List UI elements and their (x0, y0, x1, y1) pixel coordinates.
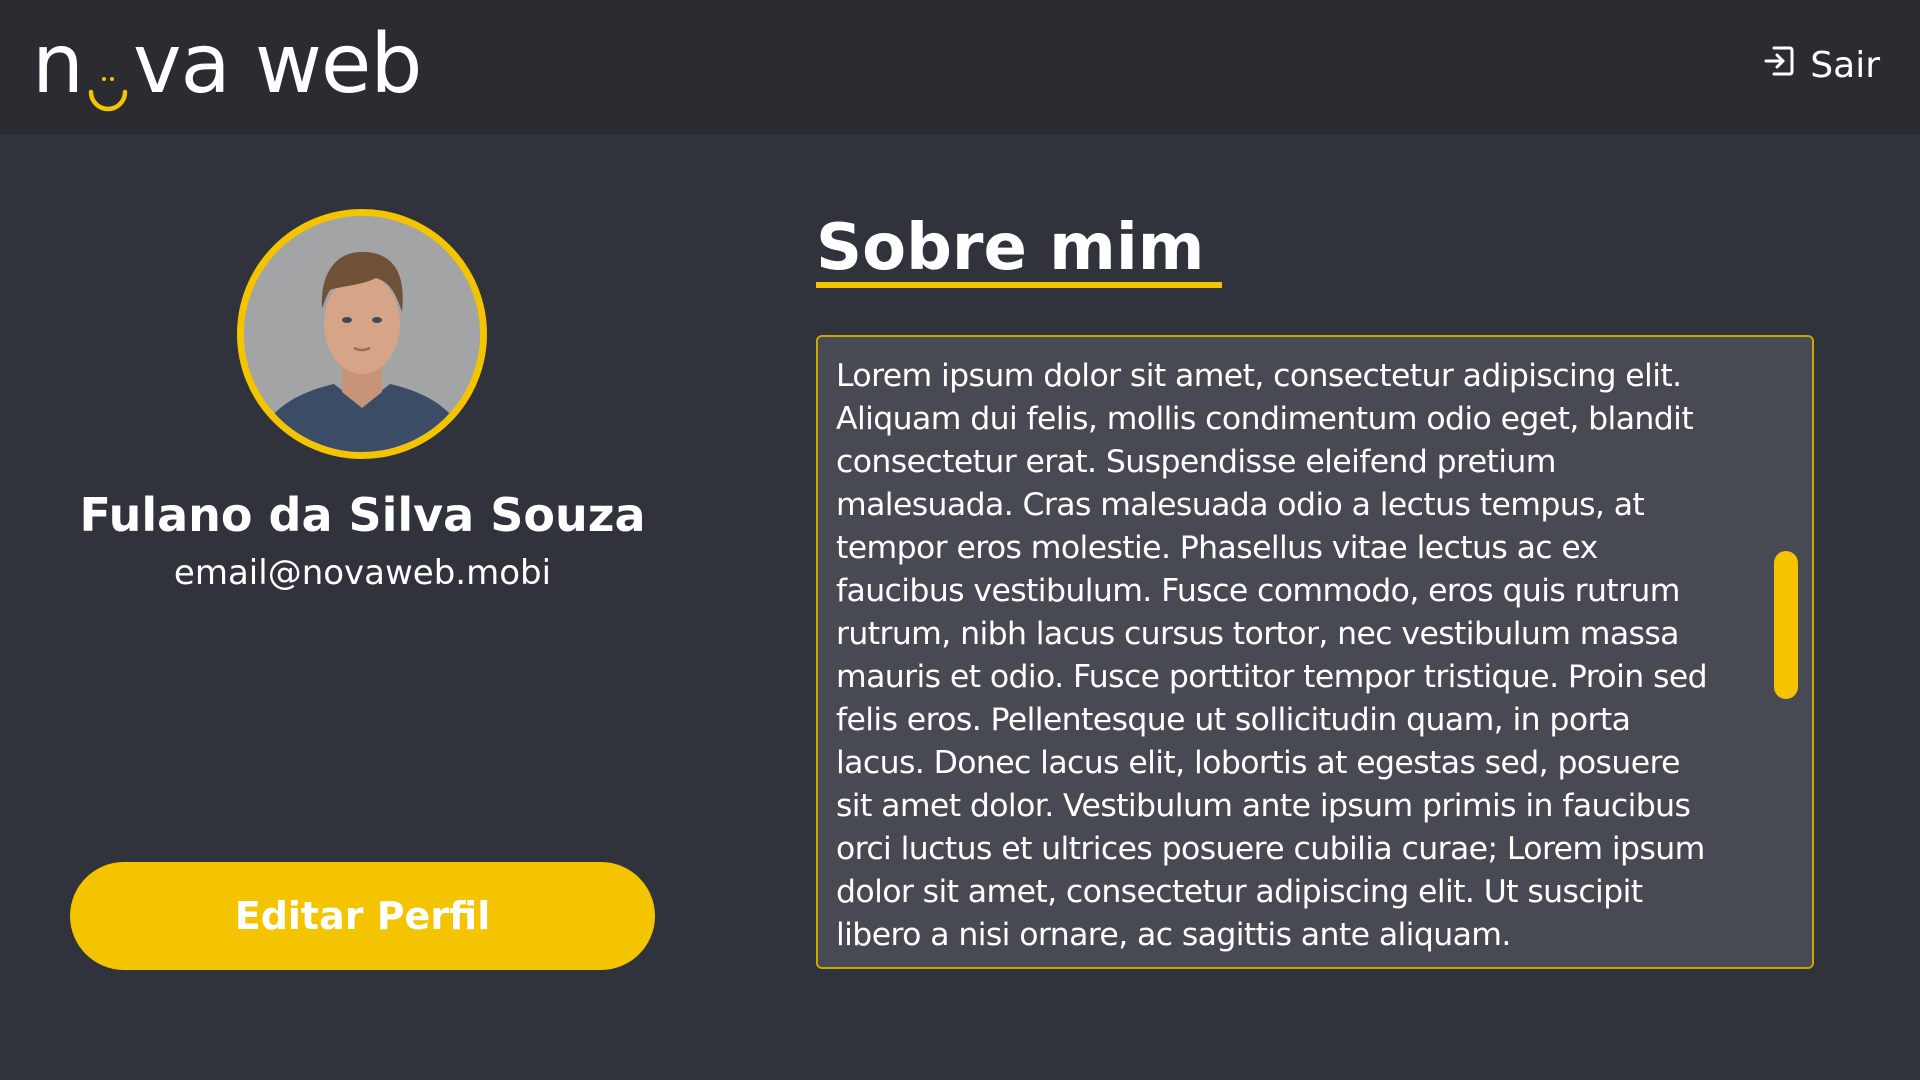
logout-button[interactable]: Sair (1762, 44, 1880, 87)
logo-text-end: va web (132, 17, 422, 112)
logout-label: Sair (1810, 45, 1880, 86)
profile-name: Fulano da Silva Souza (79, 488, 646, 542)
edit-profile-button[interactable]: Editar Perfil (70, 862, 655, 970)
app-header: n va web Sair (0, 0, 1920, 135)
logout-icon (1762, 44, 1796, 87)
about-text: Lorem ipsum dolor sit amet, consectetur … (836, 358, 1708, 953)
logo-text-start: n (32, 17, 84, 112)
scrollbar-thumb[interactable] (1774, 551, 1798, 699)
avatar (237, 209, 487, 459)
about-textbox[interactable]: Lorem ipsum dolor sit amet, consectetur … (816, 335, 1814, 969)
logo-o-mark (85, 52, 131, 112)
profile-email: email@novaweb.mobi (173, 553, 552, 593)
nova-web-logo[interactable]: n va web (32, 17, 422, 112)
profile-photo (244, 216, 480, 452)
about-title: Sobre mim (816, 214, 1223, 289)
